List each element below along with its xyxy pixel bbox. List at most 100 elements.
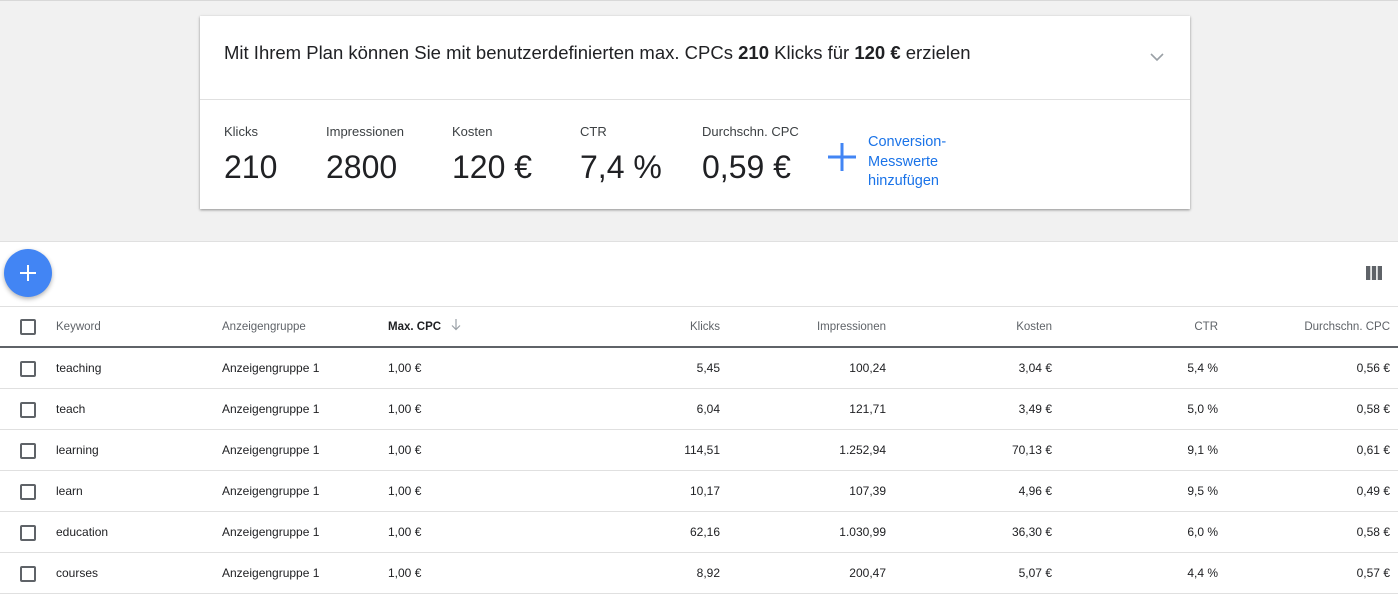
cell-cost: 3,49 € bbox=[1018, 402, 1052, 416]
cell-max-cpc[interactable]: 1,00 € bbox=[388, 348, 421, 388]
table-row: learning Anzeigengruppe 1 1,00 € 114,51 … bbox=[0, 430, 1398, 471]
table-row: learn Anzeigengruppe 1 1,00 € 10,17 107,… bbox=[0, 471, 1398, 512]
header-keyword[interactable]: Keyword bbox=[56, 307, 101, 346]
cell-avg-cpc: 0,56 € bbox=[1356, 361, 1390, 375]
header-max-cpc[interactable]: Max. CPC bbox=[388, 307, 461, 346]
header-adgroup[interactable]: Anzeigengruppe bbox=[222, 307, 306, 346]
cell-keyword: education bbox=[56, 525, 109, 539]
metric-value: 210 bbox=[224, 149, 278, 185]
cell-avg-cpc: 0,58 € bbox=[1356, 525, 1390, 539]
cell-adgroup: Anzeigengruppe 1 bbox=[222, 484, 320, 498]
columns-icon[interactable] bbox=[1366, 266, 1382, 280]
row-checkbox[interactable] bbox=[20, 566, 36, 582]
cell-avg-cpc: 0,61 € bbox=[1356, 443, 1390, 457]
cell-keyword: teaching bbox=[56, 361, 102, 375]
metric-value: 2800 bbox=[326, 149, 398, 185]
row-checkbox[interactable] bbox=[20, 484, 36, 500]
table-row: education Anzeigengruppe 1 1,00 € 62,16 … bbox=[0, 512, 1398, 553]
header-impressions[interactable]: Impressionen bbox=[726, 307, 886, 346]
header-cost[interactable]: Kosten bbox=[892, 307, 1052, 346]
metric-avg-cpc: Durchschn. CPC 0,59 € bbox=[702, 124, 799, 186]
metric-value: 7,4 % bbox=[580, 149, 662, 185]
plan-summary-text: Mit Ihrem Plan können Sie mit benutzerde… bbox=[224, 42, 971, 63]
cell-avg-cpc: 0,49 € bbox=[1356, 484, 1390, 498]
cell-max-cpc[interactable]: 1,00 € bbox=[388, 512, 421, 552]
metric-label: Durchschn. CPC bbox=[702, 124, 799, 139]
metric-clicks: Klicks 210 bbox=[224, 124, 277, 186]
row-checkbox[interactable] bbox=[20, 402, 36, 418]
cell-clicks: 5,45 bbox=[696, 361, 720, 375]
cell-impressions: 1.252,94 bbox=[839, 443, 886, 457]
header-ctr[interactable]: CTR bbox=[1058, 307, 1218, 346]
cell-max-cpc[interactable]: 1,00 € bbox=[388, 553, 421, 593]
plan-clicks-value: 210 bbox=[738, 42, 769, 63]
summary-area: Mit Ihrem Plan können Sie mit benutzerde… bbox=[0, 0, 1398, 242]
cell-ctr: 5,0 % bbox=[1187, 402, 1218, 416]
cell-keyword: teach bbox=[56, 402, 86, 416]
cell-adgroup: Anzeigengruppe 1 bbox=[222, 566, 320, 580]
cell-cost: 36,30 € bbox=[1011, 525, 1052, 539]
cell-clicks: 10,17 bbox=[689, 484, 720, 498]
cell-keyword: learn bbox=[56, 484, 83, 498]
cell-avg-cpc: 0,58 € bbox=[1356, 402, 1390, 416]
cell-impressions: 121,71 bbox=[849, 402, 886, 416]
arrow-down-icon bbox=[451, 319, 461, 334]
table-row: teaching Anzeigengruppe 1 1,00 € 5,45 10… bbox=[0, 348, 1398, 389]
metric-label: Impressionen bbox=[326, 124, 405, 139]
table-row: courses Anzeigengruppe 1 1,00 € 8,92 200… bbox=[0, 553, 1398, 594]
cell-ctr: 6,0 % bbox=[1187, 525, 1218, 539]
table-header: Keyword Anzeigengruppe Max. CPC Klicks I… bbox=[0, 306, 1398, 348]
row-checkbox[interactable] bbox=[20, 525, 36, 541]
add-icon bbox=[20, 265, 36, 281]
metric-label: CTR bbox=[580, 124, 607, 139]
metric-label: Kosten bbox=[452, 124, 493, 139]
row-checkbox[interactable] bbox=[20, 443, 36, 459]
cell-adgroup: Anzeigengruppe 1 bbox=[222, 402, 320, 416]
plan-summary-header[interactable]: Mit Ihrem Plan können Sie mit benutzerde… bbox=[200, 16, 1190, 100]
cell-cost: 3,04 € bbox=[1018, 361, 1052, 375]
keyword-table: Keyword Anzeigengruppe Max. CPC Klicks I… bbox=[0, 306, 1398, 594]
add-keyword-button[interactable] bbox=[4, 249, 52, 297]
cell-impressions: 107,39 bbox=[849, 484, 886, 498]
cell-ctr: 5,4 % bbox=[1187, 361, 1218, 375]
cell-cost: 4,96 € bbox=[1018, 484, 1052, 498]
plan-cost-value: 120 € bbox=[854, 42, 901, 63]
cell-adgroup: Anzeigengruppe 1 bbox=[222, 361, 320, 375]
cell-ctr: 4,4 % bbox=[1187, 566, 1218, 580]
cell-ctr: 9,5 % bbox=[1187, 484, 1218, 498]
cell-max-cpc[interactable]: 1,00 € bbox=[388, 471, 421, 511]
cell-max-cpc[interactable]: 1,00 € bbox=[388, 430, 421, 470]
cell-impressions: 200,47 bbox=[849, 566, 886, 580]
cell-keyword: learning bbox=[56, 443, 99, 457]
cell-clicks: 62,16 bbox=[689, 525, 720, 539]
cell-ctr: 9,1 % bbox=[1187, 443, 1218, 457]
cell-max-cpc[interactable]: 1,00 € bbox=[388, 389, 421, 429]
cell-cost: 5,07 € bbox=[1018, 566, 1052, 580]
metric-cost: Kosten 120 € bbox=[452, 124, 532, 186]
header-avg-cpc[interactable]: Durchschn. CPC bbox=[1224, 307, 1390, 346]
row-checkbox[interactable] bbox=[20, 361, 36, 377]
header-clicks[interactable]: Klicks bbox=[560, 307, 720, 346]
metric-impressions: Impressionen 2800 bbox=[326, 124, 404, 186]
cell-impressions: 100,24 bbox=[849, 361, 886, 375]
metric-ctr: CTR 7,4 % bbox=[580, 124, 662, 186]
cell-clicks: 6,04 bbox=[696, 402, 720, 416]
cell-adgroup: Anzeigengruppe 1 bbox=[222, 443, 320, 457]
metric-value: 120 € bbox=[452, 149, 533, 185]
chevron-down-icon[interactable] bbox=[1148, 50, 1166, 64]
add-conversion-metrics-label: Conversion- Messwerte hinzufügen bbox=[868, 134, 947, 189]
cell-keyword: courses bbox=[56, 566, 99, 580]
cell-adgroup: Anzeigengruppe 1 bbox=[222, 525, 320, 539]
cell-impressions: 1.030,99 bbox=[839, 525, 886, 539]
plan-summary-card: Mit Ihrem Plan können Sie mit benutzerde… bbox=[200, 16, 1190, 209]
metric-value: 0,59 € bbox=[702, 149, 791, 185]
metric-label: Klicks bbox=[224, 124, 258, 139]
select-all-checkbox[interactable] bbox=[20, 319, 36, 335]
cell-avg-cpc: 0,57 € bbox=[1356, 566, 1390, 580]
cell-cost: 70,13 € bbox=[1011, 443, 1052, 457]
table-row: teach Anzeigengruppe 1 1,00 € 6,04 121,7… bbox=[0, 389, 1398, 430]
cell-clicks: 114,51 bbox=[684, 443, 720, 457]
plus-icon bbox=[826, 141, 858, 173]
cell-clicks: 8,92 bbox=[696, 566, 720, 580]
add-conversion-metrics-button[interactable]: Conversion- Messwerte hinzufügen bbox=[826, 133, 976, 189]
